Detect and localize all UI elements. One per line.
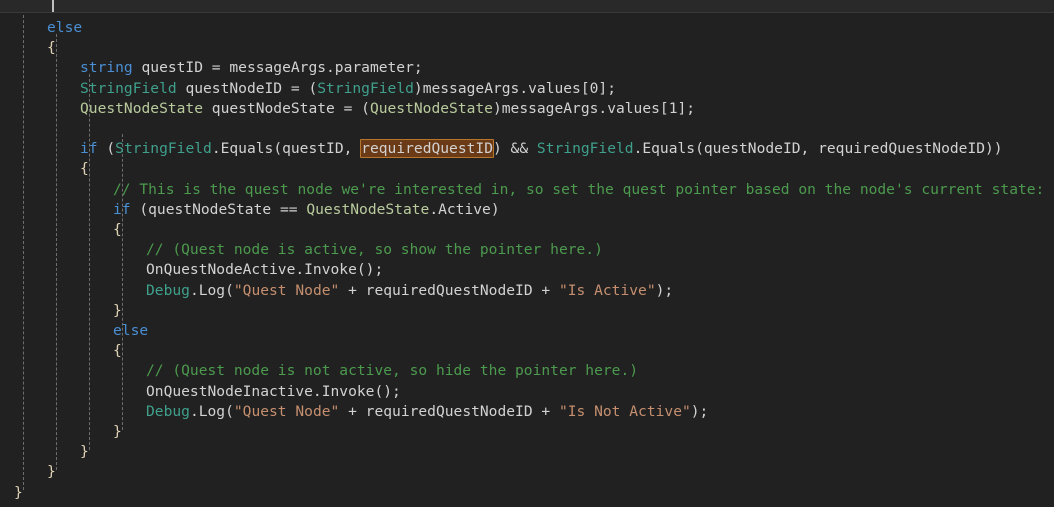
- code-line[interactable]: if (questNodeState == QuestNodeState.Act…: [0, 200, 1054, 220]
- code-token: "Quest Node": [233, 402, 340, 420]
- code-token: StringField: [115, 140, 212, 158]
- code-line[interactable]: }: [0, 422, 1054, 442]
- editor-top-strip-inner: [0, 0, 1054, 12]
- code-token: string: [80, 59, 133, 77]
- code-line[interactable]: }: [0, 483, 1054, 503]
- text-caret: [52, 0, 54, 12]
- code-line[interactable]: {: [0, 159, 1054, 179]
- code-token: .Equals(questNodeID, requiredQuestNodeID…: [633, 140, 1003, 158]
- code-token: .Equals(questID,: [211, 140, 362, 158]
- code-token: "Is Not Active": [558, 402, 691, 420]
- code-token: Debug: [146, 281, 190, 299]
- code-token: questNodeID = (: [176, 79, 318, 97]
- code-token: StringField: [317, 79, 414, 97]
- code-token: OnQuestNodeActive.Invoke();: [146, 261, 384, 279]
- code-token: (: [97, 140, 116, 158]
- code-line[interactable]: if (StringField.Equals(questID, required…: [0, 139, 1054, 159]
- code-token: else: [47, 19, 83, 36]
- code-line[interactable]: string questID = messageArgs.parameter;: [0, 58, 1054, 78]
- code-token: "Quest Node": [233, 281, 340, 299]
- code-token: if: [113, 200, 131, 218]
- code-line[interactable]: else: [0, 18, 1054, 38]
- code-token: {: [113, 221, 122, 238]
- code-line[interactable]: // (Quest node is active, so show the po…: [0, 240, 1054, 260]
- code-token: }: [80, 443, 89, 461]
- code-token: {: [47, 39, 56, 57]
- code-line[interactable]: OnQuestNodeActive.Invoke();: [0, 260, 1054, 280]
- code-token: (questNodeState ==: [130, 200, 307, 218]
- code-token: // (Quest node is active, so show the po…: [146, 241, 603, 259]
- code-line[interactable]: OnQuestNodeInactive.Invoke();: [0, 382, 1054, 402]
- code-line[interactable]: else: [0, 321, 1054, 341]
- code-token: }: [47, 463, 56, 481]
- code-token: QuestNodeState: [369, 99, 493, 117]
- code-token: QuestNodeState: [306, 200, 430, 218]
- code-token: .Log(: [189, 402, 234, 420]
- code-line[interactable]: [0, 119, 1054, 139]
- code-line[interactable]: StringField questNodeID = (StringField)m…: [0, 79, 1054, 99]
- code-token: {: [80, 160, 89, 178]
- code-token: if: [80, 140, 98, 158]
- code-line[interactable]: }: [0, 301, 1054, 321]
- code-line[interactable]: {: [0, 38, 1054, 58]
- code-line[interactable]: Debug.Log("Quest Node" + requiredQuestNo…: [0, 402, 1054, 422]
- code-token: );: [655, 281, 674, 299]
- code-token: ) &&: [492, 140, 537, 158]
- code-token: StringField: [80, 79, 177, 97]
- code-token: }: [113, 423, 122, 440]
- code-token: // (Quest node is not active, so hide th…: [146, 362, 639, 380]
- code-line[interactable]: QuestNodeState questNodeState = (QuestNo…: [0, 99, 1054, 119]
- editor-top-strip: [0, 0, 1054, 13]
- code-line[interactable]: {: [0, 341, 1054, 361]
- code-token: }: [113, 301, 122, 319]
- code-token: "Is Active": [558, 281, 656, 299]
- code-line[interactable]: }: [0, 462, 1054, 482]
- code-line[interactable]: }: [0, 442, 1054, 462]
- code-token: )messageArgs.values[1];: [492, 99, 696, 117]
- code-surface[interactable]: else{string questID = messageArgs.parame…: [0, 14, 1054, 507]
- code-line[interactable]: {: [0, 220, 1054, 240]
- code-token: Debug: [146, 402, 190, 420]
- code-token: )messageArgs.values[0];: [413, 79, 616, 97]
- code-token: questID = messageArgs.parameter;: [132, 59, 423, 77]
- code-token: OnQuestNodeInactive.Invoke();: [146, 382, 401, 400]
- code-token: questNodeState = (: [203, 99, 370, 117]
- code-token: + requiredQuestNodeID +: [339, 402, 559, 420]
- code-token: QuestNodeState: [80, 99, 204, 117]
- code-token: // This is the quest node we're interest…: [113, 180, 1045, 198]
- highlighted-token[interactable]: requiredQuestID: [360, 139, 494, 159]
- code-token: .Active): [429, 200, 500, 218]
- code-token: + requiredQuestNodeID +: [339, 281, 559, 299]
- code-token: {: [113, 342, 122, 360]
- code-token: StringField: [536, 140, 634, 158]
- code-token: }: [14, 483, 23, 501]
- code-token: else: [113, 322, 149, 339]
- code-line[interactable]: // (Quest node is not active, so hide th…: [0, 361, 1054, 381]
- code-line[interactable]: Debug.Log("Quest Node" + requiredQuestNo…: [0, 281, 1054, 301]
- code-token: );: [690, 402, 709, 420]
- code-token: .Log(: [189, 281, 234, 299]
- code-line[interactable]: // This is the quest node we're interest…: [0, 180, 1054, 200]
- code-editor[interactable]: else{string questID = messageArgs.parame…: [0, 0, 1054, 507]
